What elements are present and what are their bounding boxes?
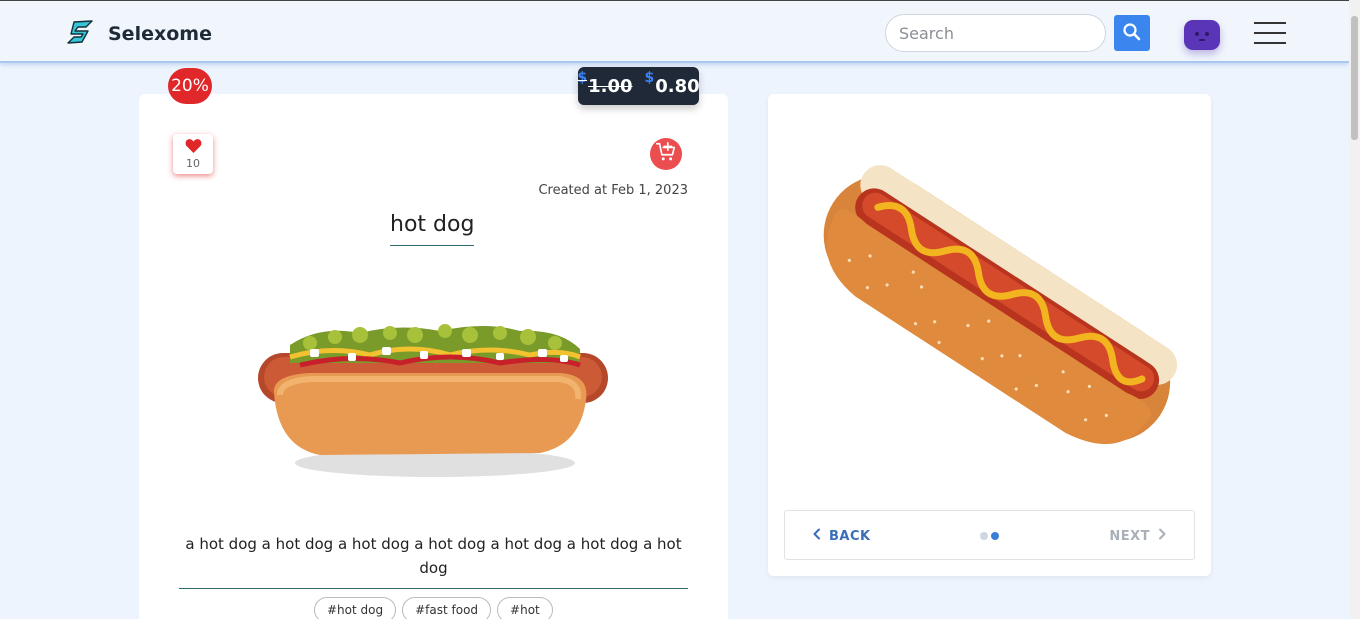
new-price-currency: $	[644, 69, 655, 86]
old-price: $1.00	[577, 70, 633, 97]
tag-chip[interactable]: #hot dog	[314, 597, 397, 619]
like-count: 10	[186, 157, 200, 170]
search-icon	[1122, 22, 1142, 45]
carousel-controls: BACK NEXT	[784, 510, 1195, 560]
avatar[interactable]	[1184, 20, 1220, 50]
hamburger-menu-icon[interactable]	[1254, 22, 1286, 44]
tag-chip[interactable]: #fast food	[402, 597, 492, 619]
avatar-eye-left	[1195, 32, 1199, 36]
avatar-mouth	[1199, 39, 1205, 41]
avatar-eye-right	[1205, 32, 1209, 36]
top-navbar: Selexome	[0, 0, 1349, 63]
discount-badge: 20%	[168, 68, 212, 104]
chevron-right-icon	[1156, 528, 1168, 544]
logo-icon	[66, 19, 96, 49]
carousel-dot-active[interactable]	[991, 532, 999, 540]
old-price-currency: $	[577, 69, 588, 86]
product-image	[258, 324, 608, 477]
new-price-value: 0.80	[655, 75, 700, 97]
old-price-value: 1.00	[588, 75, 633, 97]
heart-icon	[185, 138, 202, 157]
back-button[interactable]: BACK	[811, 528, 871, 544]
price-badge: $1.00 $0.80	[577, 67, 700, 105]
add-to-cart-button[interactable]	[650, 138, 682, 170]
carousel-image	[823, 165, 1178, 445]
page-scrollbar[interactable]	[1349, 0, 1360, 619]
next-button[interactable]: NEXT	[1109, 528, 1168, 544]
add-to-cart-icon	[655, 141, 677, 167]
tag-list: #hot dog #fast food #hot	[314, 597, 553, 619]
back-label: BACK	[829, 528, 871, 544]
tag-chip[interactable]: #hot	[497, 597, 553, 619]
like-button[interactable]: 10	[173, 134, 213, 174]
next-label: NEXT	[1109, 528, 1150, 544]
product-description: a hot dog a hot dog a hot dog a hot dog …	[179, 532, 688, 589]
carousel-dot[interactable]	[980, 532, 988, 540]
new-price: $0.80	[645, 70, 700, 97]
chevron-left-icon	[811, 528, 823, 544]
carousel-indicators	[980, 532, 999, 540]
brand[interactable]: Selexome	[66, 19, 212, 49]
product-title: hot dog	[390, 212, 475, 246]
scrollbar-thumb[interactable]	[1351, 16, 1358, 140]
search-input[interactable]	[885, 14, 1106, 52]
brand-name: Selexome	[108, 23, 212, 45]
created-date: Created at Feb 1, 2023	[538, 183, 688, 198]
search-button[interactable]	[1114, 15, 1150, 51]
